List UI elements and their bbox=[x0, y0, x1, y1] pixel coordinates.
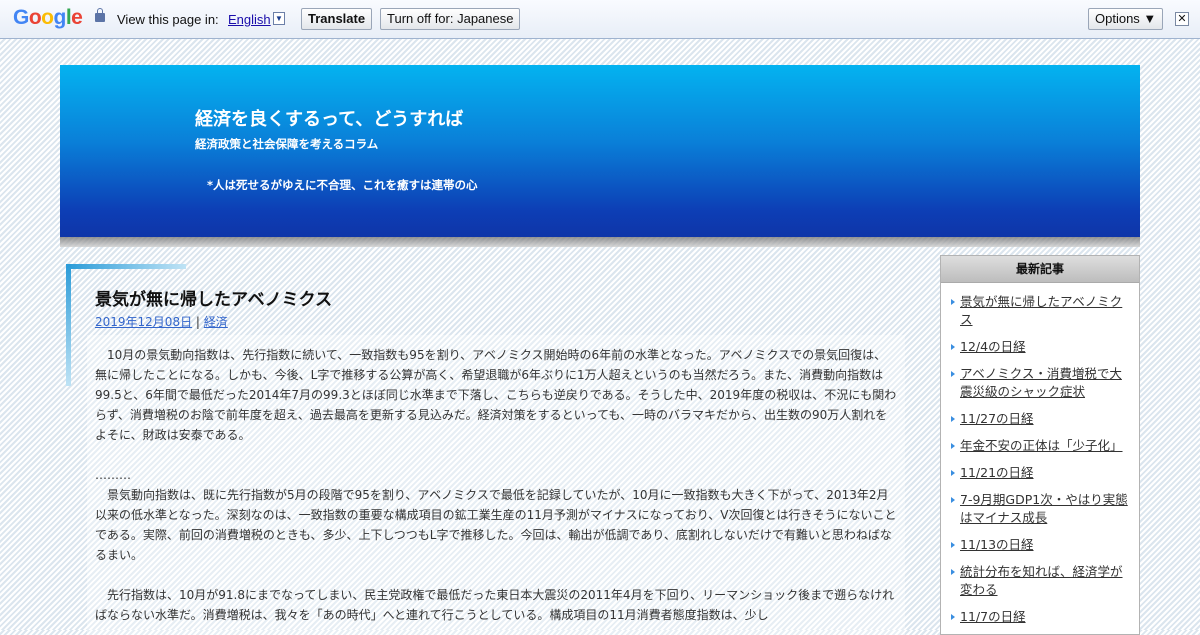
recent-posts-sidebar: 最新記事 景気が無に帰したアベノミクス 12/4の日経 アベノミクス・消費増税で… bbox=[940, 255, 1140, 635]
site-title[interactable]: 経済を良くするって、どうすれば bbox=[195, 105, 463, 131]
post-category-link[interactable]: 経済 bbox=[204, 315, 228, 329]
recent-post-link[interactable]: 年金不安の正体は「少子化」 bbox=[960, 438, 1123, 453]
post-meta: 2019年12月08日 | 経済 bbox=[95, 313, 228, 330]
close-icon[interactable]: ✕ bbox=[1175, 12, 1189, 26]
site-subtitle: 経済政策と社会保障を考えるコラム bbox=[195, 137, 379, 151]
google-logo: Google bbox=[13, 6, 83, 29]
translate-button[interactable]: Translate bbox=[301, 8, 373, 30]
list-item: 7-9月期GDP1次・やはり実態はマイナス成長 bbox=[941, 491, 1139, 527]
recent-post-link[interactable]: 11/21の日経 bbox=[960, 465, 1034, 480]
translate-prompt: View this page in: bbox=[117, 12, 219, 27]
post-title: 景気が無に帰したアベノミクス bbox=[95, 290, 333, 310]
post-paragraph: 先行指数は、10月が91.8にまでなってしまい、民主党政権で最低だった東日本大震… bbox=[95, 588, 895, 622]
recent-post-link[interactable]: 11/27の日経 bbox=[960, 411, 1034, 426]
recent-post-link[interactable]: 景気が無に帰したアベノミクス bbox=[960, 294, 1122, 327]
post-body: 10月の景気動向指数は、先行指数に続いて、一致指数も95を割り、アベノミクス開始… bbox=[87, 335, 905, 635]
chevron-down-icon[interactable]: ▼ bbox=[273, 12, 285, 25]
post-paragraph: 10月の景気動向指数は、先行指数に続いて、一致指数も95を割り、アベノミクス開始… bbox=[95, 348, 897, 442]
title-corner-decoration-vertical bbox=[66, 264, 71, 386]
list-item: 11/7の日経 bbox=[941, 608, 1139, 626]
language-link[interactable]: English bbox=[228, 12, 271, 27]
list-item: 11/27の日経 bbox=[941, 410, 1139, 428]
post-ellipsis: ……… bbox=[95, 468, 131, 482]
recent-post-link[interactable]: 12/4の日経 bbox=[960, 339, 1026, 354]
list-item: 統計分布を知れば、経済学が変わる bbox=[941, 563, 1139, 599]
post-paragraph: 景気動向指数は、既に先行指数が5月の段階で95を割り、アベノミクスで最低を記録し… bbox=[95, 488, 897, 562]
post-date-link[interactable]: 2019年12月08日 bbox=[95, 315, 192, 329]
list-item: 12/4の日経 bbox=[941, 338, 1139, 356]
recent-post-link[interactable]: 7-9月期GDP1次・やはり実態はマイナス成長 bbox=[960, 492, 1128, 525]
recent-post-link[interactable]: 11/13の日経 bbox=[960, 537, 1034, 552]
list-item: 年金不安の正体は「少子化」 bbox=[941, 437, 1139, 455]
turn-off-button[interactable]: Turn off for: Japanese bbox=[380, 8, 521, 30]
options-button[interactable]: Options ▼ bbox=[1088, 8, 1164, 30]
meta-separator: | bbox=[195, 315, 200, 329]
recent-post-link[interactable]: 11/7の日経 bbox=[960, 609, 1026, 624]
site-motto: *人は死せるがゆえに不合理、これを癒すは連帯の心 bbox=[207, 178, 478, 192]
lock-icon bbox=[95, 8, 105, 22]
sidebar-heading: 最新記事 bbox=[941, 256, 1139, 283]
list-item: アベノミクス・消費増税で大震災級のシャック症状 bbox=[941, 365, 1139, 401]
list-item: 11/21の日経 bbox=[941, 464, 1139, 482]
list-item: 景気が無に帰したアベノミクス bbox=[941, 293, 1139, 329]
title-corner-decoration bbox=[66, 264, 186, 269]
site-header: 経済を良くするって、どうすれば 経済政策と社会保障を考えるコラム *人は死せるが… bbox=[60, 65, 1140, 237]
recent-post-link[interactable]: 統計分布を知れば、経済学が変わる bbox=[960, 564, 1123, 597]
recent-post-link[interactable]: アベノミクス・消費増税で大震災級のシャック症状 bbox=[960, 366, 1122, 399]
list-item: 11/13の日経 bbox=[941, 536, 1139, 554]
recent-posts-list: 景気が無に帰したアベノミクス 12/4の日経 アベノミクス・消費増税で大震災級の… bbox=[941, 283, 1139, 626]
translate-bar: Google View this page in: English ▼ Tran… bbox=[0, 0, 1200, 39]
header-shadow bbox=[60, 237, 1140, 247]
